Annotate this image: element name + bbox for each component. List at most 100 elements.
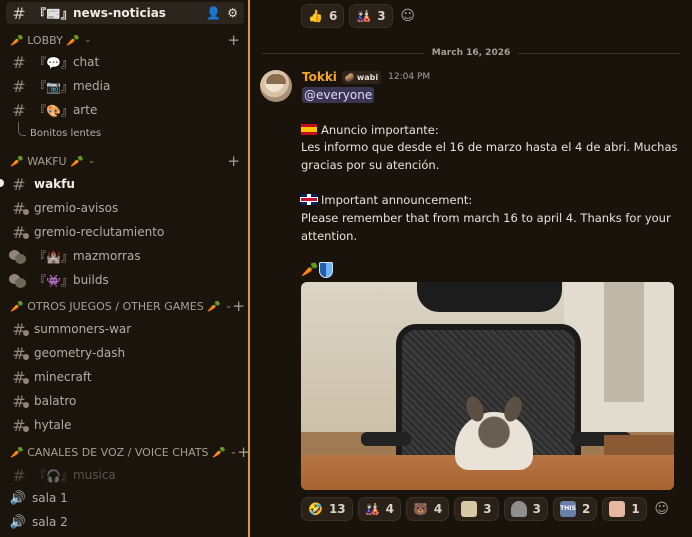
add-channel-icon[interactable]: +	[227, 152, 240, 170]
thread-connector	[18, 122, 26, 136]
reaction-count: 3	[483, 502, 492, 516]
reaction-rofl[interactable]: 🤣 13	[301, 497, 353, 521]
channel-name: news-noticias	[72, 6, 166, 20]
voice-channel-sala-2[interactable]: 🔊 sala 2	[6, 511, 244, 533]
announcement-body-en: Please remember that from march 16 to ap…	[301, 211, 671, 243]
top-reactions: 👍 6 🎎 3 ☺	[301, 4, 418, 28]
uk-flag-icon	[301, 194, 317, 205]
avatar[interactable]	[260, 70, 292, 102]
hash-icon: #	[12, 76, 26, 96]
channel-geometry-dash[interactable]: # geometry-dash	[6, 342, 244, 364]
reaction-thumbs-up[interactable]: 👍 6	[301, 4, 345, 28]
attached-image-bunny-chair[interactable]	[301, 282, 674, 490]
reaction-emoji: 🤣	[308, 502, 323, 516]
category-lobby[interactable]: 🥕 LOBBY 🥕 ⌄ +	[10, 31, 240, 49]
thread-hash-icon: #	[8, 320, 30, 339]
mention-everyone[interactable]: @everyone	[302, 87, 375, 103]
add-reaction-icon[interactable]: ☺	[398, 6, 418, 26]
date-separator: March 16, 2026	[262, 46, 680, 60]
thread-name: Bonitos lentes	[30, 127, 102, 139]
chevron-down-icon: ⌄	[84, 35, 92, 45]
channel-sidebar: # 『📰』 news-noticias 👤 ⚙ 🥕 LOBBY 🥕 ⌄ + # …	[0, 0, 248, 537]
channel-name: balatro	[34, 394, 77, 408]
image-side-table	[604, 435, 674, 457]
add-channel-icon[interactable]: +	[237, 443, 248, 461]
channel-name: musica	[72, 468, 116, 482]
reaction-emoji: 👍	[308, 9, 323, 23]
voice-channel-sala-1[interactable]: 🔊 sala 1	[6, 487, 244, 509]
reaction-custom-face[interactable]: 1	[602, 497, 647, 521]
thread-hash-icon: #	[8, 368, 30, 387]
channel-name: sala 2	[32, 515, 68, 529]
channel-balatro[interactable]: # balatro	[6, 390, 244, 412]
category-label: 🥕 LOBBY 🥕	[10, 33, 80, 47]
tag-label: wabi	[356, 72, 379, 82]
channel-name: mazmorras	[72, 249, 141, 263]
channel-minecraft[interactable]: # minecraft	[6, 366, 244, 388]
channel-prefix: 『🎧』	[34, 468, 73, 483]
reaction-custom-cat[interactable]: 3	[503, 497, 548, 521]
reaction-count: 3	[377, 9, 386, 23]
thread-hash-icon: #	[8, 416, 30, 435]
message-area: 👍 6 🎎 3 ☺ March 16, 2026 Tokki 🥔 wabi 12…	[250, 0, 692, 537]
thread-hash-icon: #	[8, 223, 30, 242]
tag-icon: 🥔	[344, 72, 355, 82]
channel-prefix: 『📷』	[34, 79, 73, 94]
chevron-down-icon: ⌄	[87, 156, 96, 166]
channel-gremio-avisos[interactable]: # gremio-avisos	[6, 197, 244, 219]
channel-gremio-reclutamiento[interactable]: # gremio-reclutamiento	[6, 221, 244, 243]
channel-prefix: 『📰』	[34, 6, 73, 21]
reaction-custom[interactable]: 🎎 3	[349, 4, 393, 28]
reaction-count: 1	[631, 502, 640, 516]
announcement-body-es: Les informo que desde el 16 de marzo has…	[301, 140, 678, 172]
channel-builds[interactable]: 『👾』 builds	[6, 269, 244, 291]
channel-prefix: 『👾』	[34, 273, 73, 288]
category-wakfu[interactable]: 🥕 WAKFU 🥕 ⌄ +	[10, 152, 240, 170]
channel-name: gremio-reclutamiento	[34, 225, 165, 239]
image-door	[604, 282, 644, 402]
channel-chat[interactable]: # 『💬』 chat	[6, 51, 244, 73]
reaction-count: 3	[532, 502, 541, 516]
channel-name: wakfu	[34, 177, 75, 191]
channel-prefix: 『🏰』	[34, 249, 73, 264]
forum-icon	[8, 271, 28, 289]
reaction-this[interactable]: THIS 2	[553, 497, 598, 521]
gear-icon[interactable]: ⚙	[227, 6, 238, 20]
custom-emoji-icon	[461, 501, 478, 517]
thread-bonitos-lentes[interactable]: Bonitos lentes	[30, 122, 230, 144]
channel-summoners-war[interactable]: # summoners-war	[6, 318, 244, 340]
add-channel-icon[interactable]: +	[227, 31, 240, 49]
reaction-custom-sticker[interactable]: 3	[454, 497, 499, 521]
emoji-line: 🥕	[301, 262, 334, 278]
thread-hash-icon: #	[8, 199, 30, 218]
hash-icon: #	[12, 100, 26, 120]
reaction-emoji: 🎎	[356, 9, 372, 23]
forum-icon	[8, 247, 28, 265]
channel-arte[interactable]: # 『🎨』 arte	[6, 99, 244, 121]
category-otros-juegos[interactable]: 🥕 OTROS JUEGOS / OTHER GAMES 🥕 ⌄ +	[10, 297, 245, 315]
channel-hytale[interactable]: # hytale	[6, 414, 244, 436]
channel-news-noticias[interactable]: # 『📰』 news-noticias 👤 ⚙	[6, 2, 244, 24]
reaction-custom-dolls[interactable]: 🎎 4	[357, 497, 401, 521]
add-channel-icon[interactable]: +	[232, 297, 245, 315]
channel-name: geometry-dash	[34, 346, 126, 360]
reaction-count: 13	[328, 502, 346, 516]
category-voice-chats[interactable]: 🥕 CANALES DE VOZ / VOICE CHATS 🥕 ⌄ +	[10, 443, 248, 461]
reaction-count: 6	[328, 9, 338, 23]
reaction-bear[interactable]: 🐻 4	[405, 497, 450, 521]
bottom-reactions: 🤣 13 🎎 4 🐻 4 3 3 THIS 2 1 ☺	[301, 497, 672, 521]
add-member-icon[interactable]: 👤	[206, 6, 221, 20]
author-name[interactable]: Tokki	[302, 70, 337, 84]
category-label: 🥕 CANALES DE VOZ / VOICE CHATS 🥕	[10, 445, 226, 459]
carrot-icon: 🥕	[301, 262, 319, 278]
channel-wakfu[interactable]: # wakfu	[6, 173, 244, 195]
reaction-count: 4	[433, 502, 443, 516]
image-chair-arm	[361, 432, 411, 446]
channel-media[interactable]: # 『📷』 media	[6, 75, 244, 97]
server-tag[interactable]: 🥔 wabi	[341, 70, 382, 84]
chevron-down-icon: ⌄	[224, 301, 233, 311]
add-reaction-icon[interactable]: ☺	[652, 499, 672, 519]
channel-mazmorras[interactable]: 『🏰』 mazmorras	[6, 245, 244, 267]
channel-musica[interactable]: # 『🎧』 musica	[6, 464, 244, 486]
thread-hash-icon: #	[8, 392, 30, 411]
